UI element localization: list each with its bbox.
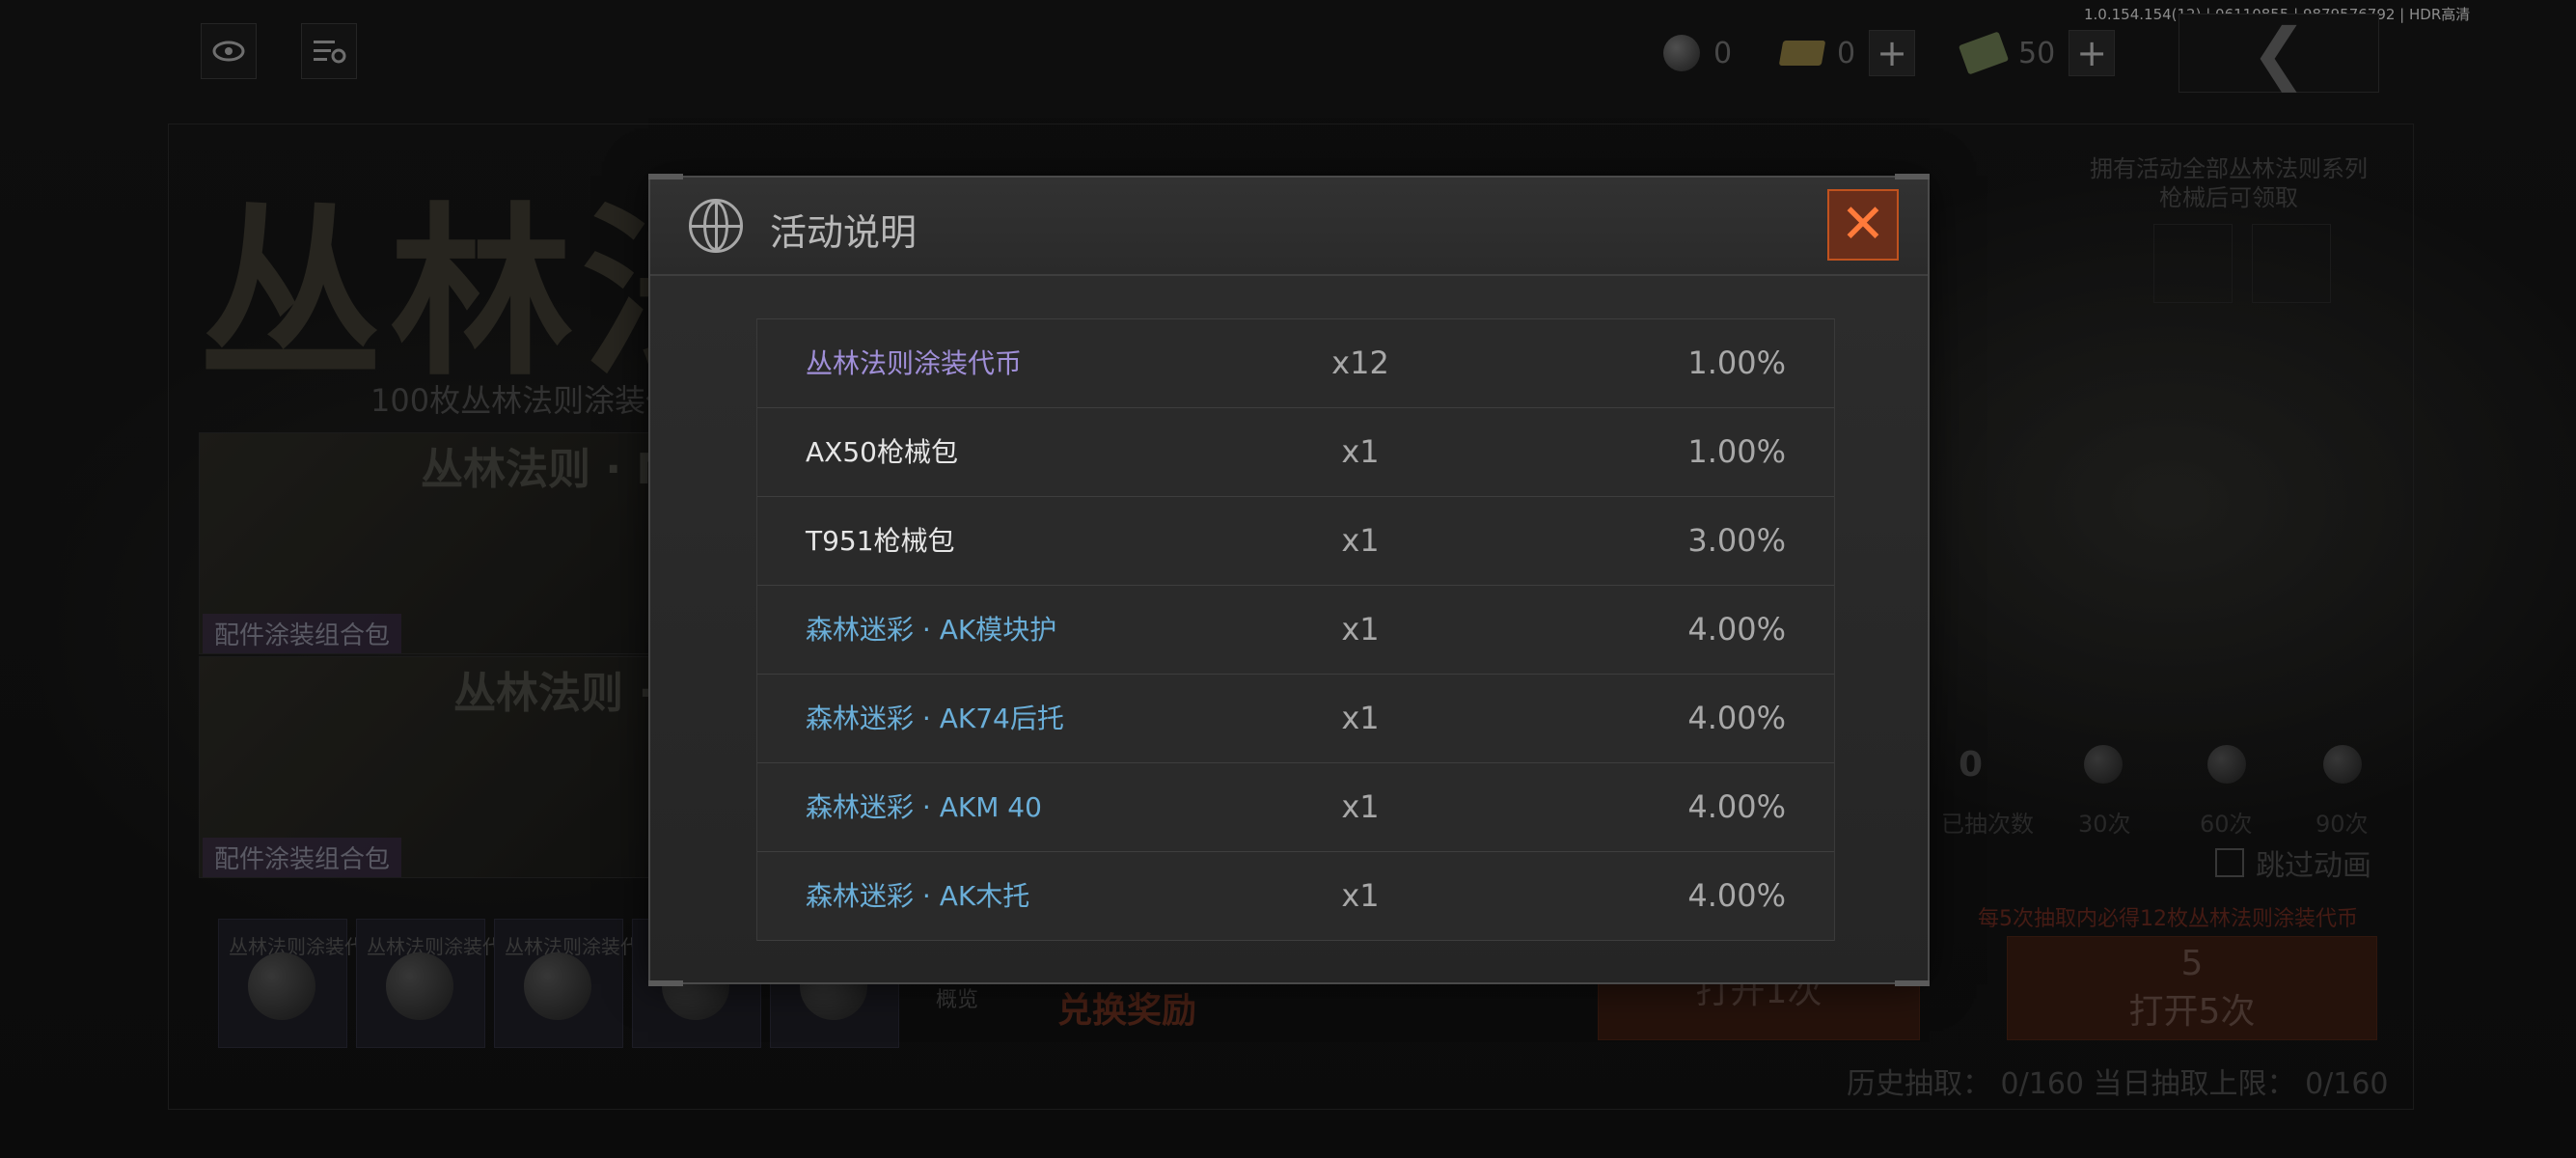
item-name: 森林迷彩 · AK模块护 (806, 614, 1057, 646)
close-button[interactable]: ✕ (1827, 189, 1899, 261)
event-info-dialog: 活动说明 ✕ 丛林法则涂装代币 x12 1.00% AX50枪械包 x1 1.0… (648, 174, 1930, 986)
item-name: T951枪械包 (806, 525, 955, 557)
dialog-title: 活动说明 (770, 211, 918, 254)
frame-corner (648, 174, 683, 179)
item-quantity: x12 (1331, 345, 1389, 381)
item-quantity: x1 (1341, 877, 1380, 914)
item-probability: 3.00% (1687, 522, 1786, 559)
item-probability: 1.00% (1687, 345, 1786, 381)
item-quantity: x1 (1341, 611, 1380, 648)
item-probability: 4.00% (1687, 788, 1786, 825)
item-probability: 4.00% (1687, 877, 1786, 914)
frame-corner (648, 980, 683, 986)
table-row: T951枪械包 x1 3.00% (757, 497, 1834, 586)
item-name: 森林迷彩 · AK74后托 (806, 703, 1064, 734)
table-row: 森林迷彩 · AK木托 x1 4.00% (757, 852, 1834, 941)
item-name: 森林迷彩 · AKM 40 (806, 791, 1042, 823)
item-probability: 4.00% (1687, 700, 1786, 736)
item-quantity: x1 (1341, 433, 1380, 470)
frame-corner (1895, 174, 1930, 179)
item-quantity: x1 (1341, 788, 1380, 825)
item-name: 森林迷彩 · AK木托 (806, 880, 1030, 912)
close-icon: ✕ (1840, 193, 1886, 256)
item-probability: 4.00% (1687, 611, 1786, 648)
table-row: 森林迷彩 · AK74后托 x1 4.00% (757, 675, 1834, 763)
table-row: AX50枪械包 x1 1.00% (757, 408, 1834, 497)
item-name: AX50枪械包 (806, 436, 958, 468)
item-quantity: x1 (1341, 522, 1380, 559)
table-row: 森林迷彩 · AK模块护 x1 4.00% (757, 586, 1834, 675)
frame-corner (1895, 980, 1930, 986)
probability-table[interactable]: 丛林法则涂装代币 x12 1.00% AX50枪械包 x1 1.00% T951… (756, 318, 1835, 941)
dialog-header: 活动说明 ✕ (650, 178, 1928, 276)
table-row: 森林迷彩 · AKM 40 x1 4.00% (757, 763, 1834, 852)
item-name: 丛林法则涂装代币 (806, 347, 1023, 379)
item-quantity: x1 (1341, 700, 1380, 736)
table-row: 丛林法则涂装代币 x12 1.00% (757, 318, 1834, 408)
globe-icon (689, 199, 743, 253)
item-probability: 1.00% (1687, 433, 1786, 470)
